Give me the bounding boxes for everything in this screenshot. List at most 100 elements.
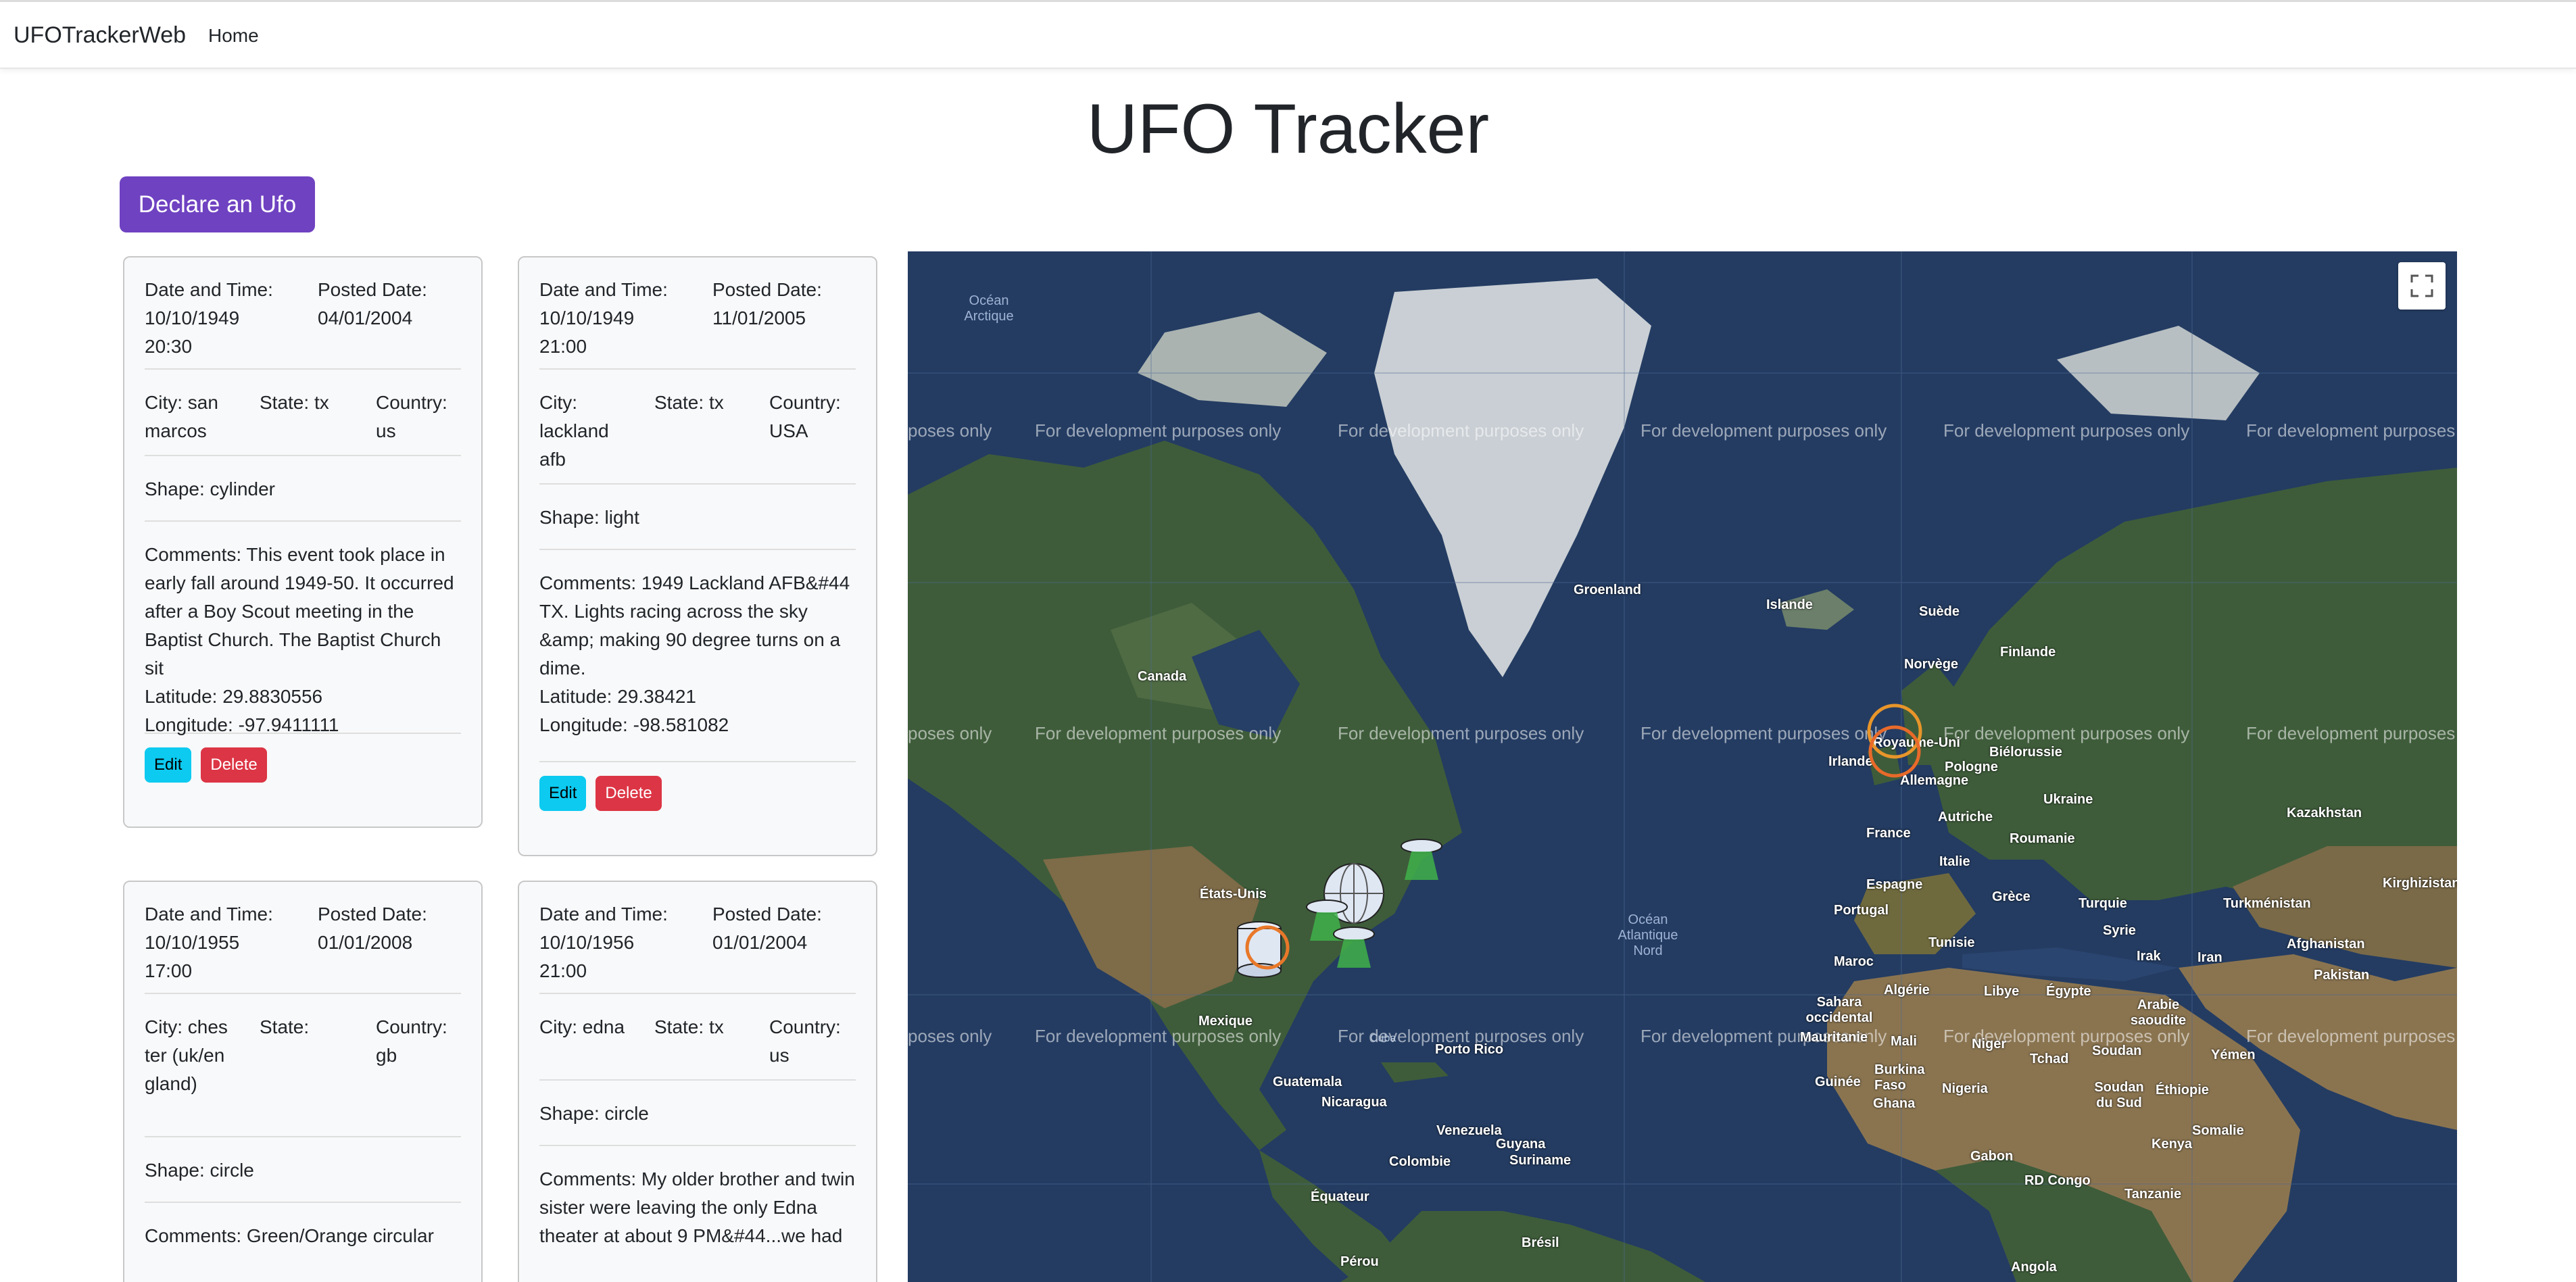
- flying-saucer-icon: [1333, 927, 1375, 968]
- comments-text: Comments: This event took place in early…: [145, 544, 454, 679]
- map-label: États-Unis: [1200, 887, 1267, 902]
- city-text: City: chester (uk/england): [145, 1016, 228, 1094]
- map-label: Syrie: [2103, 923, 2136, 938]
- comments-text: Comments: Green/Orange circular: [145, 1225, 434, 1246]
- state-text: State: tx: [260, 392, 329, 413]
- date-time-value: 10/10/1956 21:00: [539, 932, 635, 981]
- map-watermark: For development purposes only: [1035, 420, 1282, 441]
- city-text: City: edna: [539, 1016, 625, 1037]
- sighting-card: Date and Time: 10/10/1955 17:00 Posted D…: [123, 881, 483, 1282]
- map-label: Mauritanie: [1800, 1030, 1868, 1045]
- map-label: Ghana: [1873, 1096, 1916, 1111]
- map-watermark: For development purposes only: [1943, 723, 2190, 743]
- delete-button[interactable]: Delete: [201, 747, 267, 783]
- map-watermark: For development purposes only: [1641, 420, 1887, 441]
- comments-text: Comments: 1949 Lackland AFB&#44 TX. Ligh…: [539, 572, 850, 679]
- declare-ufo-button[interactable]: Declare an Ufo: [120, 176, 315, 232]
- map-label: Brésil: [1522, 1235, 1559, 1250]
- map-watermark: For development purposes only: [1641, 723, 1887, 743]
- brand-link[interactable]: UFOTrackerWeb: [14, 22, 186, 49]
- map-watermark: poses only: [908, 1026, 992, 1046]
- card-date-row: Date and Time: 10/10/1955 17:00 Posted D…: [145, 900, 461, 994]
- date-time-label: Date and Time:: [539, 279, 668, 300]
- map-label: Canada: [1138, 669, 1187, 684]
- map-label: Angola: [2011, 1260, 2057, 1275]
- city-text: City: lackland afb: [539, 392, 609, 470]
- card-shape-row: Shape: circle: [145, 1156, 461, 1203]
- city-text: City: san marcos: [145, 392, 218, 441]
- nav-home-link[interactable]: Home: [208, 25, 259, 47]
- card-location-row: City: lackland afb State: tx Country: US…: [539, 389, 856, 485]
- map-label: Suriname: [1509, 1153, 1572, 1168]
- sighting-card: Date and Time: 10/10/1949 21:00 Posted D…: [518, 256, 877, 856]
- map-label: Kirghizistan: [2383, 876, 2457, 891]
- edit-button[interactable]: Edit: [145, 747, 192, 783]
- card-date-row: Date and Time: 10/10/1949 21:00 Posted D…: [539, 276, 856, 370]
- map-watermark: For development purposes: [2246, 420, 2456, 441]
- shape-text: Shape: circle: [145, 1160, 254, 1181]
- map-label: Guatemala: [1273, 1075, 1342, 1089]
- map-label: Groenland: [1574, 583, 1642, 597]
- map-label: Somalie: [2192, 1123, 2244, 1138]
- card-comments-row: Comments: Green/Orange circular: [145, 1222, 461, 1264]
- date-time-value: 10/10/1955 17:00: [145, 932, 240, 981]
- map-label: Roumanie: [2010, 831, 2075, 846]
- map-label: Portugal: [1834, 903, 1889, 918]
- longitude-text: Longitude: -98.581082: [539, 714, 729, 735]
- country-text: Country: us: [769, 1016, 841, 1066]
- posted-date-label: Posted Date:: [712, 279, 822, 300]
- map-label: Turkménistan: [2223, 896, 2311, 911]
- map-label: Libye: [1984, 984, 2020, 999]
- circle-ring-icon: [1867, 704, 1922, 778]
- map-label: Iran: [2197, 950, 2222, 965]
- map-label: RD Congo: [2024, 1173, 2091, 1188]
- posted-date-value: 01/01/2008: [318, 932, 413, 953]
- edit-button[interactable]: Edit: [539, 776, 587, 811]
- map-label: Suède: [1919, 604, 1960, 619]
- map-label: Cuba: [1370, 1033, 1396, 1044]
- map-label: Mexique: [1198, 1014, 1253, 1029]
- map-label: Guinée: [1815, 1075, 1861, 1089]
- map-watermark: For development purposes: [2246, 723, 2456, 743]
- map-label: France: [1866, 826, 1911, 841]
- card-actions: Edit Delete: [145, 747, 461, 783]
- map-label: Colombie: [1389, 1154, 1451, 1169]
- map-watermark: For development purposes only: [1338, 723, 1584, 743]
- card-location-row: City: edna State: tx Country: us: [539, 1013, 856, 1081]
- map-label: Arabie saoudite: [2130, 997, 2187, 1028]
- date-time-label: Date and Time:: [145, 279, 273, 300]
- map-label: Tanzanie: [2124, 1187, 2182, 1202]
- sighting-card: Date and Time: 10/10/1949 20:30 Posted D…: [123, 256, 483, 828]
- map-label: Grèce: [1992, 889, 2031, 904]
- map-label: Finlande: [2000, 645, 2056, 660]
- map-label: Norvège: [1904, 657, 1959, 672]
- card-shape-row: Shape: light: [539, 503, 856, 550]
- map-label: Autriche: [1938, 810, 1993, 824]
- map-label: Pakistan: [2314, 968, 2370, 983]
- posted-date-value: 01/01/2004: [712, 932, 808, 953]
- map-watermark: For development purposes only: [1338, 420, 1584, 441]
- map-label: Islande: [1766, 597, 1813, 612]
- state-text: State: tx: [654, 392, 724, 413]
- posted-date-label: Posted Date:: [318, 279, 427, 300]
- posted-date-value: 11/01/2005: [712, 307, 806, 328]
- map-watermark: For development purposes only: [1943, 420, 2190, 441]
- date-time-value: 10/10/1949 21:00: [539, 307, 635, 357]
- card-comments-row: Comments: This event took place in early…: [145, 541, 461, 735]
- state-text: State:: [260, 1016, 310, 1037]
- map-watermark: For development purposes: [2246, 1026, 2456, 1046]
- date-time-label: Date and Time:: [145, 904, 273, 924]
- map-label: Ukraine: [2043, 792, 2093, 807]
- fullscreen-button[interactable]: [2398, 262, 2446, 310]
- map-watermark: poses only: [908, 723, 992, 743]
- delete-button[interactable]: Delete: [596, 776, 662, 811]
- ufo-map[interactable]: poses only For development purposes only…: [908, 251, 2457, 1282]
- state-text: State: tx: [654, 1016, 724, 1037]
- shape-text: Shape: light: [539, 507, 639, 528]
- country-text: Country: us: [376, 392, 447, 441]
- map-label: Kazakhstan: [2287, 806, 2362, 820]
- map-label: Algérie: [1884, 983, 1930, 997]
- posted-date-value: 04/01/2004: [318, 307, 413, 328]
- map-label: Espagne: [1866, 877, 1923, 892]
- map-label: Irak: [2137, 949, 2161, 964]
